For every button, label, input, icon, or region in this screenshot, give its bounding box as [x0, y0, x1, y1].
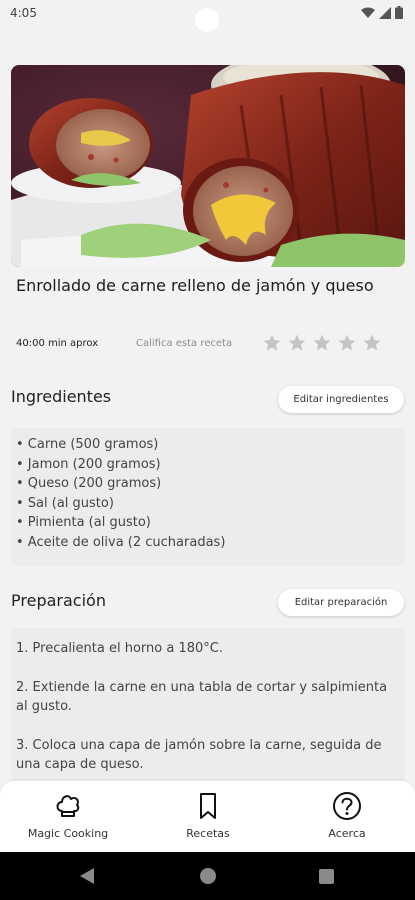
signal-icon [379, 6, 391, 19]
nav-item-acerca[interactable]: Acerca [287, 791, 407, 840]
list-item: • Pimienta (al gusto) [16, 515, 151, 530]
wifi-icon [361, 7, 375, 18]
bottom-nav: Magic Cooking Recetas Acerca [0, 781, 415, 852]
edit-preparation-button[interactable]: Editar preparación [278, 589, 404, 616]
list-item: 3. Coloca una capa de jamón sobre la car… [16, 737, 382, 773]
status-icons [361, 6, 403, 19]
preparation-steps: 1. Precalienta el horno a 180°C. 2. Exti… [11, 628, 405, 782]
chef-hat-icon [56, 795, 80, 817]
back-icon[interactable] [80, 868, 94, 884]
list-item: 1. Precalienta el horno a 180°C. [16, 641, 223, 656]
nav-label: Magic Cooking [27, 827, 109, 840]
recents-icon[interactable] [319, 869, 334, 884]
recipe-title: Enrollado de carne relleno de jamón y qu… [16, 276, 374, 295]
star-icon[interactable] [362, 333, 382, 353]
nav-item-magic-cooking[interactable]: Magic Cooking [8, 791, 128, 840]
edit-ingredients-button[interactable]: Editar ingredientes [278, 386, 404, 413]
nav-label: Recetas [186, 827, 230, 840]
system-nav-bar [0, 852, 415, 900]
list-item: 2. Extiende la carne en una tabla de cor… [16, 679, 388, 715]
list-item: • Carne (500 gramos) [16, 437, 159, 452]
star-icon[interactable] [312, 333, 332, 353]
rating-stars [262, 333, 382, 353]
battery-icon [395, 6, 403, 19]
recipe-image [11, 65, 405, 267]
nav-item-recetas[interactable]: Recetas [148, 791, 268, 840]
bookmark-icon [200, 793, 216, 819]
ingredients-list: • Carne (500 gramos) • Jamon (200 gramos… [11, 428, 405, 566]
star-icon[interactable] [262, 333, 282, 353]
help-circle-icon [333, 792, 361, 820]
list-item: • Aceite de oliva (2 cucharadas) [16, 534, 226, 550]
list-item: • Queso (200 gramos) [16, 476, 162, 491]
home-icon[interactable] [200, 868, 216, 884]
list-item: • Sal (al gusto) [16, 495, 114, 511]
star-icon[interactable] [287, 333, 307, 353]
camera-cutout [195, 8, 219, 32]
status-bar: 4:05 [0, 0, 415, 32]
cook-time: 40:00 min aprox [16, 338, 99, 349]
status-time: 4:05 [10, 6, 37, 20]
rate-label: Califica esta receta [136, 338, 233, 349]
list-item: • Jamon (200 gramos) [16, 456, 161, 472]
star-icon[interactable] [337, 333, 357, 353]
nav-label: Acerca [328, 827, 366, 840]
preparation-heading: Preparación [11, 591, 106, 610]
ingredients-heading: Ingredientes [11, 387, 112, 406]
